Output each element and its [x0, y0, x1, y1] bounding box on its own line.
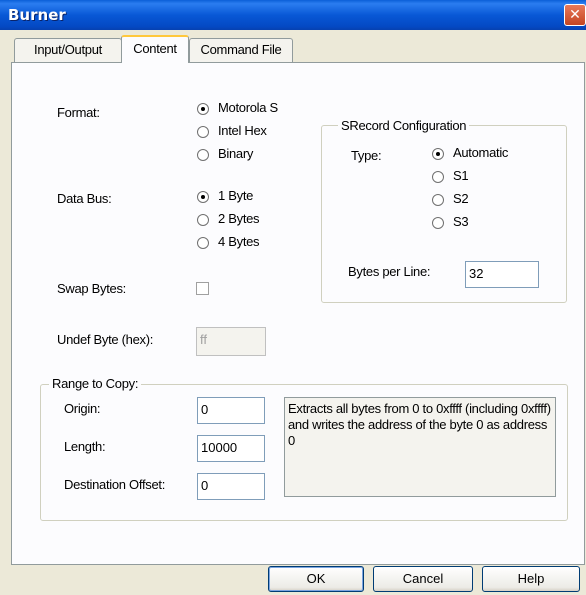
- content-tab-panel: Format: Motorola S Intel Hex Binary Data…: [11, 62, 585, 565]
- range-description: Extracts all bytes from 0 to 0xffff (inc…: [284, 397, 556, 497]
- format-option-label: Intel Hex: [218, 123, 267, 138]
- tab-command-file[interactable]: Command File: [189, 38, 293, 63]
- tab-input-output[interactable]: Input/Output: [14, 38, 122, 63]
- radio-icon[interactable]: [197, 214, 209, 226]
- range-to-copy-legend: Range to Copy:: [49, 376, 142, 391]
- origin-field[interactable]: 0: [197, 397, 265, 424]
- cancel-button[interactable]: Cancel: [373, 566, 473, 592]
- title-bar[interactable]: Burner ✕: [0, 0, 586, 30]
- close-icon: ✕: [569, 7, 581, 23]
- window-title: Burner: [8, 6, 66, 24]
- data-bus-option-label: 1 Byte: [218, 188, 254, 203]
- radio-icon[interactable]: [197, 126, 209, 138]
- srecord-type-label: Type:: [351, 148, 382, 163]
- swap-bytes-checkbox[interactable]: [196, 282, 209, 295]
- close-button[interactable]: ✕: [564, 4, 586, 26]
- data-bus-option-label: 2 Bytes: [218, 211, 260, 226]
- srecord-type-option-label: S1: [453, 168, 469, 183]
- destination-offset-field[interactable]: 0: [197, 473, 265, 500]
- srecord-type-option-label: Automatic: [453, 145, 509, 160]
- length-field[interactable]: 10000: [197, 435, 265, 462]
- format-option-label: Binary: [218, 146, 254, 161]
- undef-byte-label: Undef Byte (hex):: [57, 332, 154, 347]
- bytes-per-line-label: Bytes per Line:: [348, 264, 431, 279]
- data-bus-option-label: 4 Bytes: [218, 234, 260, 249]
- tab-content[interactable]: Content: [121, 35, 189, 63]
- format-option-label: Motorola S: [218, 100, 278, 115]
- help-button[interactable]: Help: [482, 566, 580, 592]
- ok-button[interactable]: OK: [268, 566, 364, 592]
- srecord-type-option-label: S3: [453, 214, 469, 229]
- radio-icon[interactable]: [197, 149, 209, 161]
- bytes-per-line-field[interactable]: 32: [465, 261, 539, 288]
- radio-icon-selected[interactable]: [197, 103, 209, 115]
- srecord-config-legend: SRecord Configuration: [338, 118, 470, 133]
- radio-icon-selected[interactable]: [197, 191, 209, 203]
- format-label: Format:: [57, 105, 100, 120]
- radio-icon-selected[interactable]: [432, 148, 444, 160]
- radio-icon[interactable]: [432, 217, 444, 229]
- srecord-type-option-label: S2: [453, 191, 469, 206]
- length-label: Length:: [64, 439, 106, 454]
- destination-offset-label: Destination Offset:: [64, 477, 166, 492]
- swap-bytes-label: Swap Bytes:: [57, 281, 126, 296]
- burner-dialog: Burner ✕ Input/Output Content Command Fi…: [0, 0, 586, 595]
- radio-icon[interactable]: [197, 237, 209, 249]
- undef-byte-field[interactable]: ff: [196, 327, 266, 356]
- radio-icon[interactable]: [432, 194, 444, 206]
- origin-label: Origin:: [64, 401, 101, 416]
- data-bus-label: Data Bus:: [57, 191, 112, 206]
- radio-icon[interactable]: [432, 171, 444, 183]
